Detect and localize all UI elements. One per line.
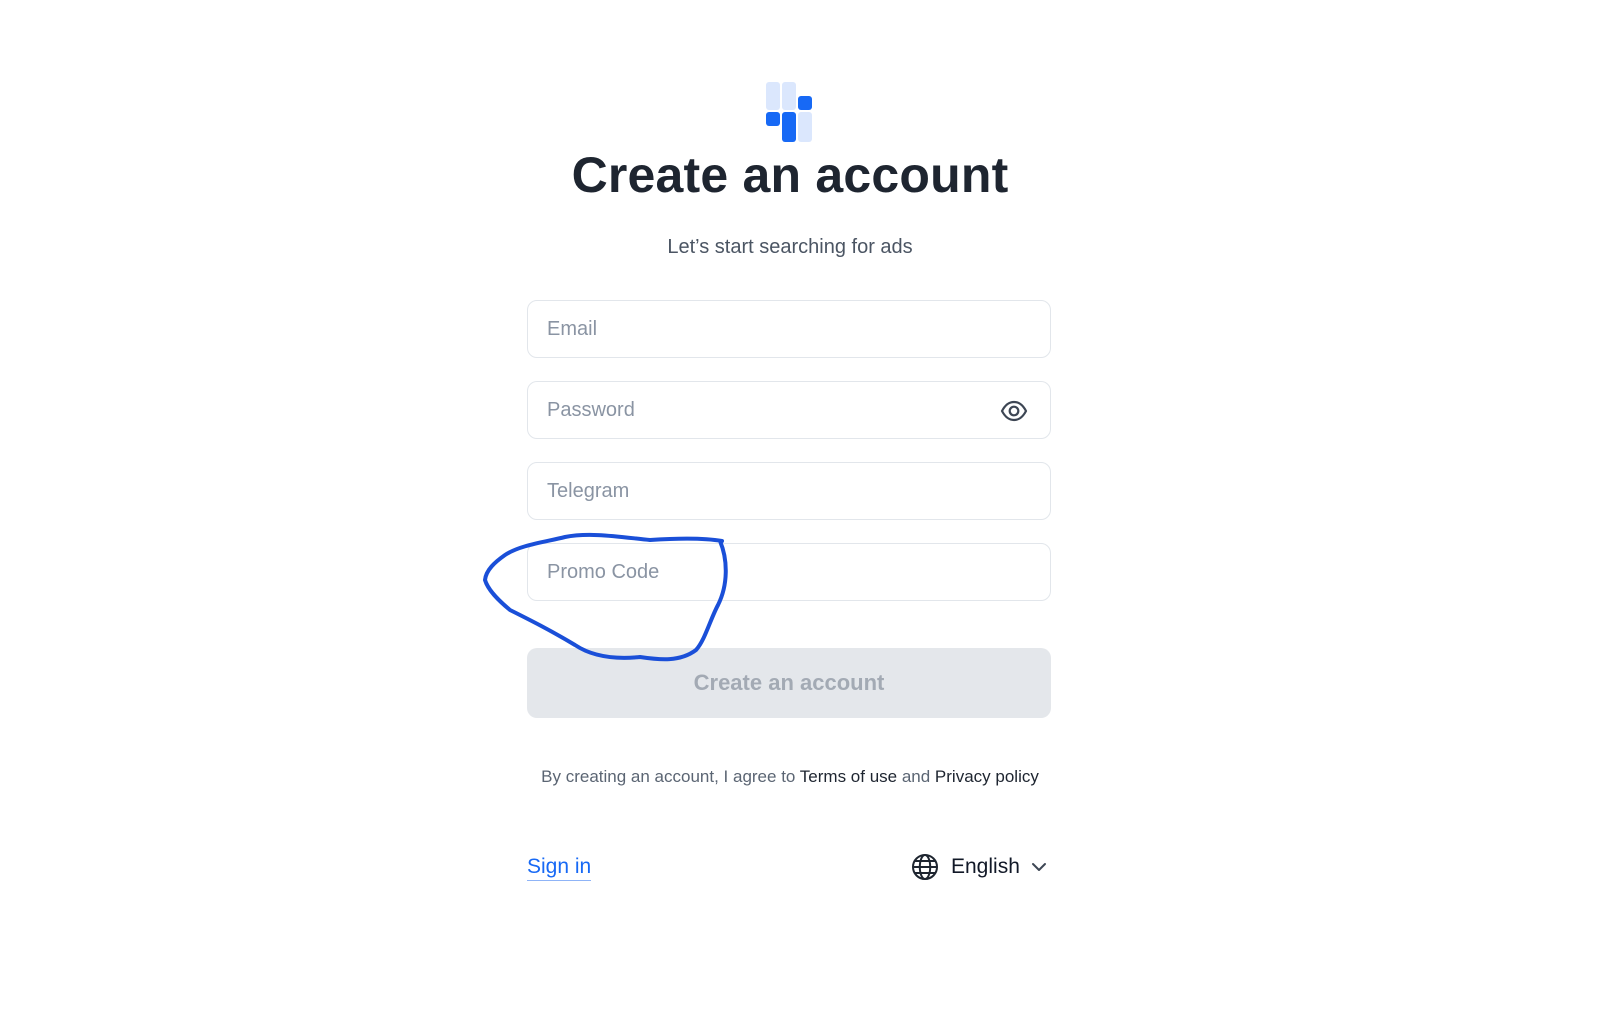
signup-page: Create an account Let’s start searching … <box>0 0 1600 1013</box>
eye-icon[interactable] <box>1000 397 1028 425</box>
create-account-button[interactable]: Create an account <box>527 648 1051 718</box>
telegram-input[interactable] <box>547 463 987 519</box>
chevron-down-icon <box>1031 863 1046 871</box>
privacy-policy-link[interactable]: Privacy policy <box>935 767 1039 786</box>
language-selector[interactable]: English <box>911 852 1048 882</box>
promo-code-field[interactable] <box>527 543 1051 601</box>
sign-in-link[interactable]: Sign in <box>527 855 592 881</box>
telegram-field[interactable] <box>527 462 1051 520</box>
email-input[interactable] <box>547 301 987 357</box>
password-input[interactable] <box>547 382 987 438</box>
promo-code-input[interactable] <box>547 544 987 600</box>
globe-icon <box>912 854 938 880</box>
terms-middle: and <box>897 767 935 786</box>
terms-prefix: By creating an account, I agree to <box>541 767 800 786</box>
terms-text: By creating an account, I agree to Terms… <box>0 767 1580 787</box>
password-field[interactable] <box>527 381 1051 439</box>
terms-of-use-link[interactable]: Terms of use <box>800 767 897 786</box>
page-subtitle: Let’s start searching for ads <box>667 236 913 258</box>
logo-icon <box>766 82 812 142</box>
language-label: English <box>951 855 1020 878</box>
email-field[interactable] <box>527 300 1051 358</box>
page-title: Create an account <box>571 147 1009 203</box>
